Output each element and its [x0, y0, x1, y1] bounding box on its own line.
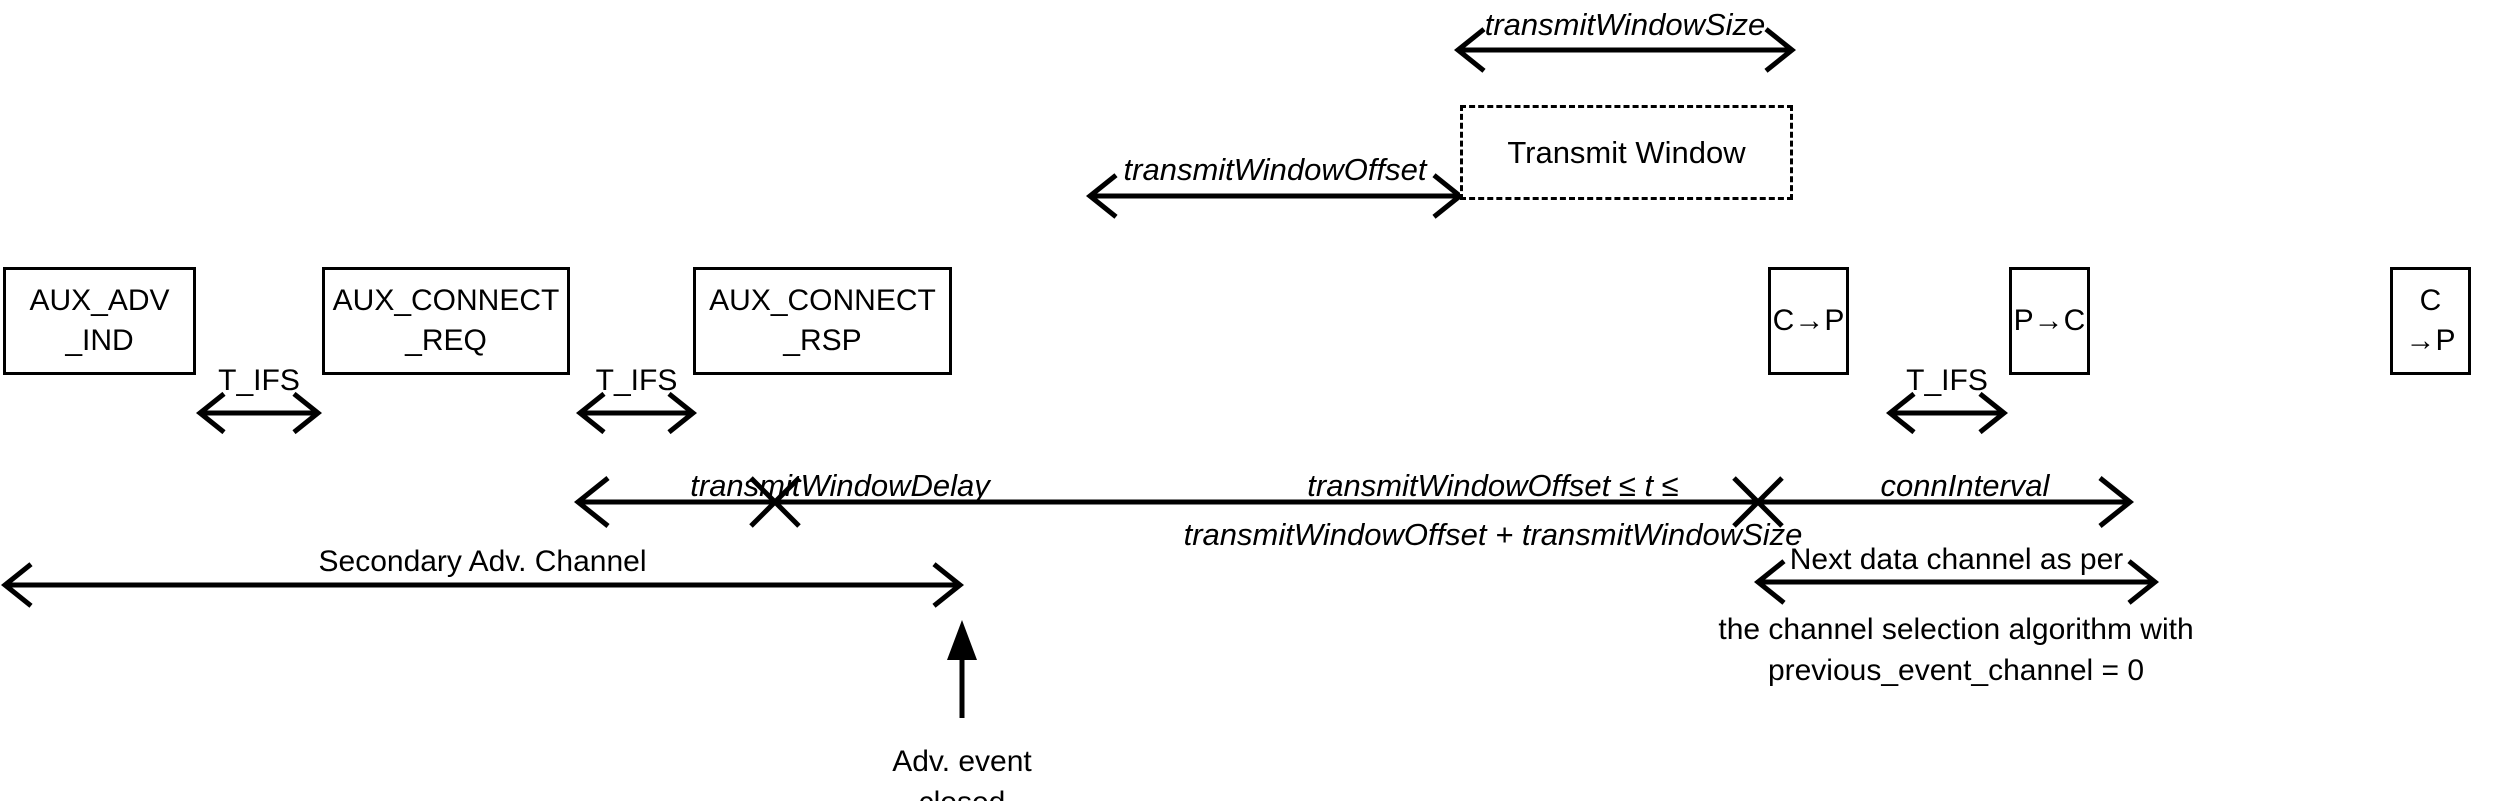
- next-data-channel-label: Next data channel as per: [1789, 543, 2124, 576]
- conn-interval-label: connInterval: [1880, 468, 2050, 503]
- t-ifs-1-label: T_IFS: [218, 364, 300, 397]
- transmit-window-box: Transmit Window: [1460, 105, 1793, 200]
- packet-box-central-to-peripheral-1: C→P: [1768, 267, 1849, 375]
- packet-box-aux-adv-ind: AUX_ADV _IND: [3, 267, 196, 375]
- transmit-window-range-upper-label: transmitWindowOffset ≤ t ≤: [1307, 468, 1679, 503]
- packet-box-aux-connect-req: AUX_CONNECT _REQ: [322, 267, 570, 375]
- transmit-window-range-lower-label: transmitWindowOffset + transmitWindowSiz…: [1183, 517, 1803, 552]
- transmit-window-delay-label: transmitWindowDelay: [690, 468, 990, 503]
- packet-box-peripheral-to-central: P→C: [2009, 267, 2090, 375]
- secondary-adv-channel-label: Secondary Adv. Channel: [318, 545, 647, 578]
- transmit-window-offset-label: transmitWindowOffset: [1123, 152, 1427, 187]
- t-ifs-2-label: T_IFS: [595, 364, 678, 397]
- adv-event-closed-arrowhead: [947, 620, 977, 660]
- packet-box-central-to-peripheral-2: C →P: [2390, 267, 2471, 375]
- t-ifs-3-label: T_IFS: [1906, 364, 1988, 397]
- ble-timing-diagram: transmitWindowSize transmitWindowOffset Se…: [0, 0, 2500, 801]
- transmit-window-size-label: transmitWindowSize: [1484, 7, 1766, 42]
- adv-event-closed-label: Adv. event closed: [892, 745, 1032, 801]
- packet-box-aux-connect-rsp: AUX_CONNECT _RSP: [693, 267, 952, 375]
- channel-selection-note-label: the channel selection algorithm with pre…: [1718, 613, 2194, 687]
